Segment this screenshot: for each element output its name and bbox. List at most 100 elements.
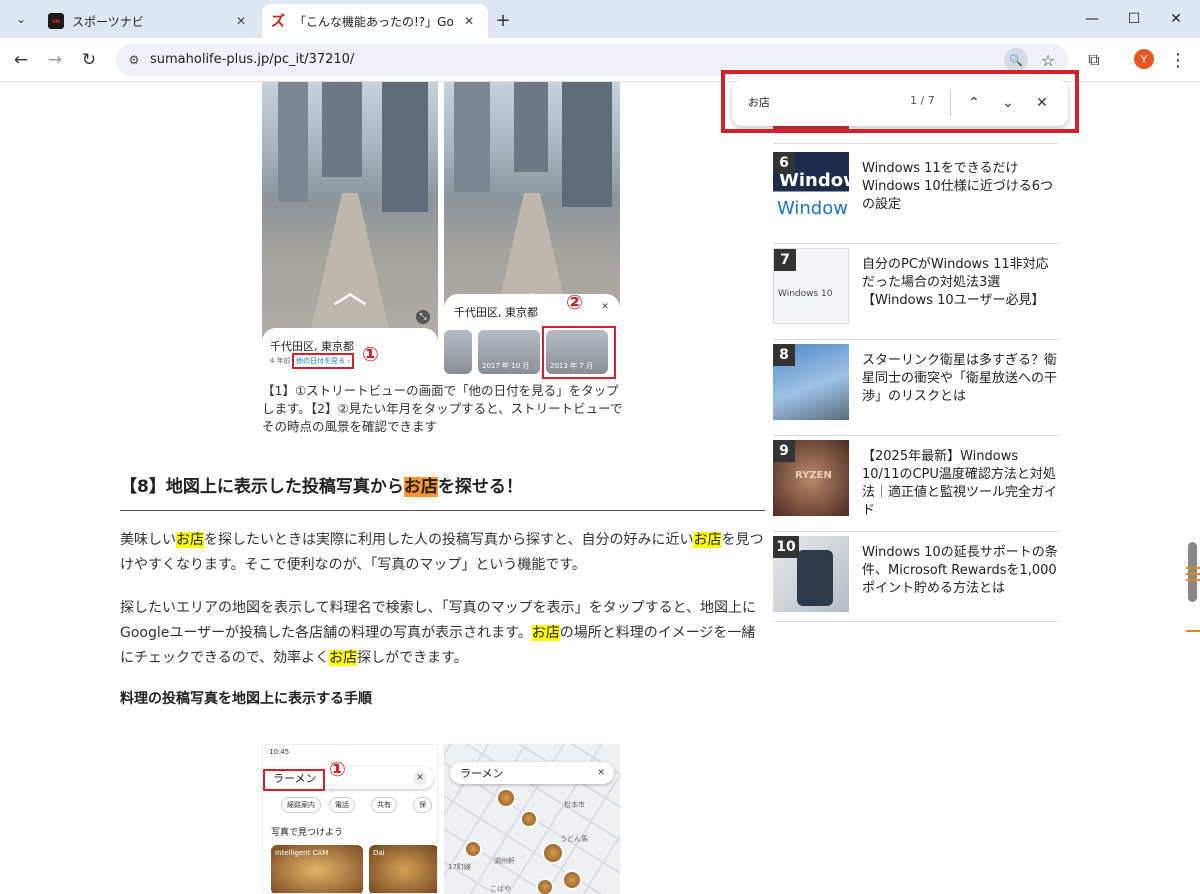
thumb-text: Window	[777, 198, 848, 219]
reload-button[interactable]: ↻	[76, 47, 102, 73]
tab-sportsnavi[interactable]: sn スポーツナビ ✕	[40, 4, 260, 38]
ranking-title[interactable]: 自分のPCがWindows 11非対応だった場合の対処法3選【Windows 1…	[862, 256, 1058, 310]
rank-badge: 6	[773, 152, 795, 174]
chevron-down-icon: ⌄	[15, 12, 27, 26]
collapse-icon: ⤡	[416, 310, 430, 324]
ranking-title[interactable]: Windows 10の延長サポートの条件、Microsoft Rewardsを1…	[862, 544, 1058, 598]
tab-title: 「こんな機能あったの!?」Googleマッ	[294, 14, 454, 29]
tab-strip: ⌄ sn スポーツナビ ✕ ズ 「こんな機能あったの!?」Googleマッ ✕ …	[0, 0, 1200, 38]
highlight-box	[263, 769, 325, 791]
puzzle-icon: ⧉	[1088, 50, 1100, 69]
sportsnavi-favicon: sn	[48, 13, 64, 29]
map-label: 松本市	[564, 801, 585, 809]
step-marker-2: ②	[566, 290, 583, 314]
article-thumbnail: 10	[773, 536, 849, 612]
find-match: お店	[176, 532, 204, 548]
ranking-item[interactable]: RYZEN 9 【2025年最新】Windows 10/11のCPU温度確認方法…	[773, 440, 1058, 532]
tab-search-button[interactable]: ⌄	[8, 7, 34, 31]
close-icon[interactable]: ✕	[460, 12, 478, 30]
arrow-right-icon: →	[47, 50, 63, 70]
location-label: 千代田区, 東京都	[270, 340, 354, 353]
text: を探したいときは実際に利用した人の投稿写真から探すと、自分の好みに近い	[204, 532, 694, 548]
rank-badge: 10	[773, 536, 799, 558]
ranking-title[interactable]: 【2025年最新】Windows 10/11のCPU温度確認方法と対処法｜適正値…	[862, 448, 1058, 520]
rank-badge: 8	[773, 344, 795, 366]
maximize-button[interactable]: ☐	[1114, 6, 1154, 32]
step-marker-1: ①	[362, 342, 379, 366]
close-icon: ✕	[413, 771, 427, 785]
ranking-item[interactable]: Window Window 6 Windows 11をできるだけWindows …	[773, 152, 1058, 244]
figure-caption: 【1】①ストリートビューの画面で「他の日付を見る」をタップします。【2】②見たい…	[262, 383, 623, 434]
photo-section-title: 写真で見つけよう	[271, 828, 344, 838]
find-match: お店	[329, 650, 358, 666]
rank-badge: 7	[774, 249, 796, 271]
ramen-photo: Dai	[369, 845, 437, 893]
back-button[interactable]: ←	[8, 47, 34, 73]
ranking-title[interactable]: Windows 11をできるだけWindows 10仕様に近づける6つの設定	[862, 160, 1058, 214]
new-tab-button[interactable]: +	[492, 9, 514, 31]
reload-icon: ↻	[81, 50, 97, 70]
find-match-current: お店	[403, 477, 438, 497]
article-thumbnail: RYZEN 9	[773, 440, 849, 516]
close-icon: ✕	[594, 766, 608, 780]
other-dates-link: 他の日付を見る ›	[292, 353, 355, 369]
sub-heading: 料理の投稿写真を地図上に表示する手順	[120, 691, 372, 707]
photo-label: Intelligent CAM	[275, 849, 329, 857]
find-match-marker	[1186, 630, 1200, 632]
article-thumbnail: 8	[773, 344, 849, 420]
plus-icon: +	[495, 9, 511, 31]
maps-photo-map-screenshot: ラーメン ✕ 松本市 うどん馬 湖州軒 こばや 本店 17町線	[444, 744, 620, 894]
extensions-button[interactable]: ⧉	[1082, 48, 1106, 72]
food-pin	[520, 810, 538, 828]
article-thumbnail: Windows 10 7	[773, 248, 849, 324]
heading-text: 【8】地図上に表示した投稿写真から	[120, 477, 404, 497]
page-scrollbar[interactable]	[1186, 82, 1200, 894]
map-search-field: ラーメン ✕	[450, 762, 614, 784]
food-pin	[562, 870, 582, 890]
chip-directions: 経路案内	[281, 797, 321, 813]
find-match-marker	[1186, 573, 1200, 575]
chip-share: 共有	[371, 797, 397, 813]
ranking-title[interactable]: スターリンク衛星は多すぎる？衛星同士の衝突や「衛星放送への干渉」のリスクとは	[862, 352, 1058, 406]
scrollbar-thumb[interactable]	[1188, 542, 1197, 602]
location-label: 千代田区, 東京都	[454, 306, 538, 319]
date-thumb: 2017 年 10 月	[478, 330, 540, 374]
forward-button[interactable]: →	[42, 47, 68, 73]
time: 10:45	[269, 748, 290, 756]
page-content: ︿ ⤡ 千代田区, 東京都 4 年前 他の日付を見る › ① ︿ 千代田区, 東…	[0, 82, 1200, 894]
tab-title: スポーツナビ	[72, 14, 144, 29]
browser-menu-button[interactable]: ⋮	[1166, 48, 1190, 72]
date-thumb	[444, 330, 472, 374]
ranking-item[interactable]: 8 スターリンク衛星は多すぎる？衛星同士の衝突や「衛星放送への干渉」のリスクとは	[773, 344, 1058, 436]
thumb-text: RYZEN	[795, 470, 832, 481]
paragraph: 美味しいお店を探したいときは実際に利用した人の投稿写真から探すと、自分の好みに近…	[120, 528, 765, 578]
food-pin	[536, 878, 554, 894]
avatar[interactable]: Y	[1134, 49, 1154, 69]
chip-save: 保	[413, 797, 432, 813]
find-in-page-icon[interactable]: 🔍	[1004, 48, 1028, 72]
status-bar: 10:45	[263, 745, 437, 759]
close-icon: ✕	[1170, 11, 1182, 27]
chip-call: 電話	[329, 797, 355, 813]
find-match: お店	[693, 532, 722, 548]
text: 美味しい	[120, 532, 176, 548]
food-pin	[464, 840, 482, 858]
find-match: お店	[531, 625, 560, 641]
minimize-button[interactable]: —	[1072, 6, 1112, 32]
close-icon: ✕	[598, 300, 612, 314]
maps-search-screenshot: 10:45 ラーメン ✕ ① 経路案内 電話 共有 保 写真で見つけよう Int…	[262, 744, 438, 894]
annotation-highlight-box	[721, 70, 1079, 133]
site-info-icon[interactable]: ⚙	[124, 50, 144, 70]
highlight-box	[542, 326, 616, 379]
section-heading: 【8】地図上に表示した投稿写真からお店を探せる！	[120, 475, 765, 511]
search-text: ラーメン	[460, 767, 504, 780]
ranking-item[interactable]: Windows 10 7 自分のPCがWindows 11非対応だった場合の対処…	[773, 248, 1058, 340]
map-label: 湖州軒	[494, 857, 515, 865]
chevron-up-icon: ︿	[333, 272, 367, 312]
url-text[interactable]: sumaholife-plus.jp/pc_it/37210/	[150, 52, 354, 67]
bookmark-star-icon[interactable]: ☆	[1036, 48, 1060, 72]
close-icon[interactable]: ✕	[232, 12, 250, 30]
tab-article[interactable]: ズ 「こんな機能あったの!?」Googleマッ ✕	[262, 4, 488, 38]
ranking-item[interactable]: 10 Windows 10の延長サポートの条件、Microsoft Reward…	[773, 536, 1058, 622]
close-window-button[interactable]: ✕	[1156, 6, 1196, 32]
